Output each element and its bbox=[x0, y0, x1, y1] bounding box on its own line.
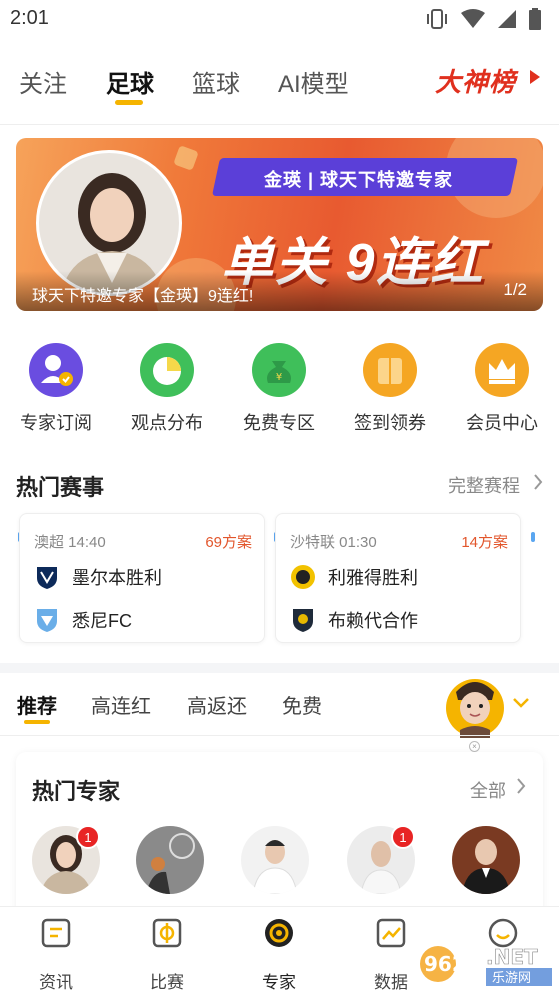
tab-free[interactable]: 免费 bbox=[282, 690, 322, 719]
full-schedule-link[interactable]: 完整赛程 bbox=[448, 472, 520, 498]
signal-icon bbox=[498, 10, 516, 28]
tab-basketball[interactable]: 篮球 bbox=[192, 64, 240, 99]
quick-member-center[interactable]: 会员中心 bbox=[452, 340, 552, 435]
nav-experts[interactable]: 专家 bbox=[239, 917, 319, 993]
expert-badge: 1 bbox=[391, 825, 415, 849]
team-logo-icon bbox=[293, 609, 313, 632]
nav-label: 专家 bbox=[262, 973, 296, 992]
all-experts-link[interactable]: 全部 bbox=[470, 777, 506, 803]
nav-label: 比赛 bbox=[150, 973, 184, 992]
hot-experts-title: 热门专家 bbox=[32, 779, 121, 804]
home-team: 利雅得胜利 bbox=[290, 564, 418, 590]
promo-banner[interactable]: 金瑛 | 球天下特邀专家 单关 9连红 球天下特邀专家【金瑛】9连红! 1/2 bbox=[16, 138, 543, 311]
home-team-name: 利雅得胜利 bbox=[328, 568, 418, 588]
active-tab-indicator bbox=[115, 100, 143, 105]
chevron-right-icon[interactable] bbox=[516, 778, 526, 794]
quick-opinion-distribution[interactable]: 观点分布 bbox=[117, 340, 217, 435]
match-card[interactable]: 澳超 14:40 69方案 墨尔本胜利 悉尼FC bbox=[19, 513, 265, 643]
status-icons bbox=[425, 8, 541, 30]
tab-ai-model[interactable]: AI模型 bbox=[278, 64, 349, 99]
quick-entries: 专家订阅 观点分布 ¥ 免费专区 签到领券 会员中心 bbox=[0, 340, 559, 440]
divider bbox=[0, 124, 559, 125]
data-chart-icon bbox=[376, 918, 406, 948]
coupon-icon bbox=[363, 343, 417, 397]
chevron-down-icon[interactable] bbox=[512, 697, 530, 709]
pie-chart-icon bbox=[140, 343, 194, 397]
quick-label: 观点分布 bbox=[131, 413, 203, 433]
match-icon bbox=[152, 918, 182, 948]
banner-page-indicator: 1/2 bbox=[503, 280, 527, 299]
quick-label: 专家订阅 bbox=[20, 413, 92, 433]
team-logo-icon bbox=[291, 565, 315, 589]
money-bag-icon: ¥ bbox=[252, 343, 306, 397]
svg-text:.NET: .NET bbox=[486, 945, 538, 969]
svg-text:¥: ¥ bbox=[276, 372, 282, 383]
hot-matches-title: 热门赛事 bbox=[16, 475, 105, 500]
tab-recommend[interactable]: 推荐 bbox=[17, 690, 57, 719]
play-arrow-icon[interactable] bbox=[530, 70, 540, 84]
expert-avatar[interactable] bbox=[452, 826, 520, 894]
quick-label: 签到领券 bbox=[354, 413, 426, 433]
floating-assistant[interactable] bbox=[444, 672, 506, 738]
status-bar: 2:01 bbox=[0, 0, 559, 38]
top-tabs: 关注 足球 篮球 AI模型 大神榜 bbox=[0, 52, 559, 112]
quick-label: 免费专区 bbox=[243, 413, 315, 433]
banner-caption: 球天下特邀专家【金瑛】9连红! bbox=[32, 288, 254, 305]
tab-high-return[interactable]: 高返还 bbox=[187, 690, 247, 719]
tab-football[interactable]: 足球 bbox=[106, 64, 154, 99]
vibrate-icon bbox=[427, 9, 447, 29]
match-league-time: 沙特联 01:30 bbox=[290, 534, 377, 551]
match-card[interactable]: 沙特联 01:30 14方案 利雅得胜利 布赖代合作 bbox=[275, 513, 521, 643]
team-logo-icon bbox=[37, 567, 57, 589]
match-plan-count: 69方案 bbox=[205, 534, 252, 551]
nav-news[interactable]: 资讯 bbox=[16, 917, 96, 993]
team-logo-icon bbox=[37, 609, 57, 632]
expert-avatar[interactable] bbox=[136, 826, 204, 894]
active-subtab-indicator bbox=[24, 720, 50, 724]
quick-free-zone[interactable]: ¥ 免费专区 bbox=[229, 340, 329, 435]
banner-ribbon-text: 金瑛 | 球天下特邀专家 bbox=[264, 170, 454, 190]
quick-expert-subscribe[interactable]: 专家订阅 bbox=[6, 340, 106, 435]
svg-text:962: 962 bbox=[424, 952, 466, 976]
chevron-right-icon[interactable] bbox=[533, 474, 543, 490]
away-team: 悉尼FC bbox=[34, 607, 132, 633]
nav-label: 资讯 bbox=[39, 973, 73, 992]
away-team: 布赖代合作 bbox=[290, 607, 418, 633]
tab-high-streak[interactable]: 高连红 bbox=[91, 690, 151, 719]
rank-link[interactable]: 大神榜 bbox=[435, 62, 516, 99]
battery-icon bbox=[529, 8, 541, 30]
expert-avatar[interactable] bbox=[241, 826, 309, 894]
match-league-time: 澳超 14:40 bbox=[34, 534, 106, 551]
close-icon[interactable]: × bbox=[469, 741, 480, 752]
quick-checkin-coupon[interactable]: 签到领券 bbox=[340, 340, 440, 435]
match-plan-count: 14方案 bbox=[461, 534, 508, 551]
away-team-name: 布赖代合作 bbox=[328, 611, 418, 631]
crown-icon bbox=[475, 343, 529, 397]
home-team: 墨尔本胜利 bbox=[34, 564, 162, 590]
quick-label: 会员中心 bbox=[466, 413, 538, 433]
expert-icon bbox=[265, 919, 293, 947]
nav-matches[interactable]: 比赛 bbox=[127, 917, 207, 993]
home-team-name: 墨尔本胜利 bbox=[72, 568, 162, 588]
news-icon bbox=[41, 918, 71, 948]
divider bbox=[0, 735, 559, 736]
away-team-name: 悉尼FC bbox=[72, 611, 132, 631]
status-time: 2:01 bbox=[10, 7, 49, 29]
wifi-icon bbox=[461, 9, 485, 28]
site-watermark: 962 .NET 乐游网 bbox=[416, 938, 556, 988]
svg-text:乐游网: 乐游网 bbox=[492, 971, 531, 986]
carousel-edge-marker bbox=[531, 532, 535, 542]
user-check-icon bbox=[29, 343, 83, 397]
expert-badge: 1 bbox=[76, 825, 100, 849]
tab-follow[interactable]: 关注 bbox=[19, 64, 67, 99]
